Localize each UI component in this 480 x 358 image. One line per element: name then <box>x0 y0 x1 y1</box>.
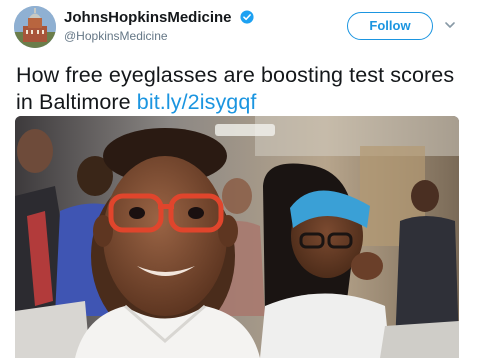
tweet-link[interactable]: bit.ly/2isygqf <box>137 90 257 114</box>
account-handle[interactable]: @HopkinsMedicine <box>64 29 168 43</box>
chevron-down-icon[interactable] <box>443 18 457 32</box>
verified-badge-icon <box>240 10 254 24</box>
account-avatar[interactable] <box>14 6 56 48</box>
tweet-text: How free eyeglasses are boosting test sc… <box>16 62 471 116</box>
account-name-row[interactable]: JohnsHopkinsMedicine <box>64 9 254 26</box>
photo-children-eyeglasses <box>15 116 459 358</box>
display-name[interactable]: JohnsHopkinsMedicine <box>64 9 232 26</box>
tweet-media-photo[interactable] <box>15 116 459 358</box>
follow-button[interactable]: Follow <box>347 12 433 40</box>
hospital-dome-image <box>14 6 56 48</box>
